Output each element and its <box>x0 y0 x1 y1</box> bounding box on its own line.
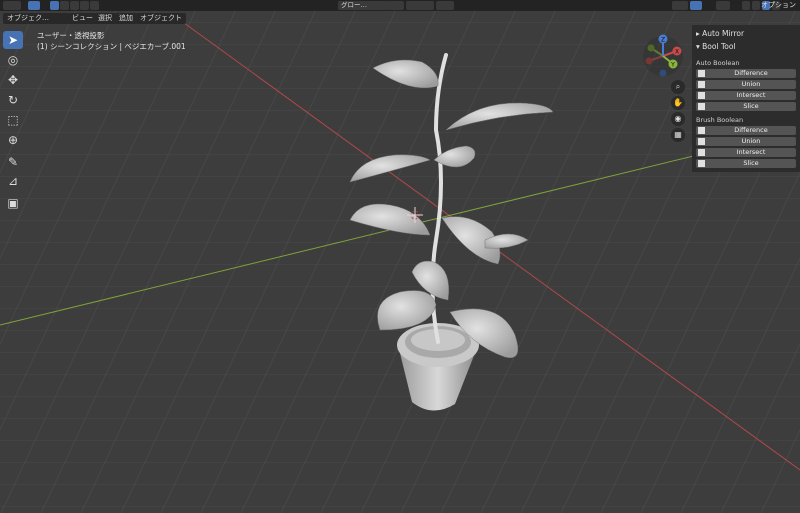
auto-mirror-header[interactable]: ▸ Auto Mirror <box>696 29 744 38</box>
zoom-icon[interactable]: ⌕ <box>671 80 685 94</box>
select-intersect-button[interactable] <box>90 1 99 10</box>
proportional-edit-button[interactable] <box>436 1 454 10</box>
boolean-difference-icon <box>698 70 705 77</box>
view-name: ユーザー・透視投影 <box>37 31 105 40</box>
select-subtract-button[interactable] <box>70 1 79 10</box>
annotate-tool[interactable]: ✎ <box>3 153 23 171</box>
options-menu[interactable]: オプション <box>761 0 796 11</box>
brush-boolean-label: Brush Boolean <box>696 116 744 124</box>
menu-view[interactable]: ビュー <box>68 13 97 24</box>
boolean-difference-icon <box>698 127 705 134</box>
perspective-grid-icon[interactable]: ▦ <box>671 128 685 142</box>
menu-object[interactable]: オブジェクト <box>136 13 186 24</box>
snap-dropdown[interactable] <box>406 1 434 10</box>
brush-union-button[interactable]: Union <box>696 137 796 146</box>
select-invert-button[interactable] <box>80 1 89 10</box>
editor-header: グロー… <box>0 0 800 11</box>
cursor-tool[interactable]: ◎ <box>3 51 23 69</box>
gizmo-z-label: Z <box>661 37 665 44</box>
brush-difference-button[interactable]: Difference <box>696 126 796 135</box>
transform-tool[interactable]: ⊕ <box>3 131 23 149</box>
overlays-button[interactable] <box>690 1 702 10</box>
shading-wire-button[interactable] <box>742 1 750 10</box>
gizmo-x-label: X <box>675 49 679 56</box>
boolean-union-icon <box>698 81 705 88</box>
move-tool[interactable]: ✥ <box>3 71 23 89</box>
boolean-intersect-icon <box>698 92 705 99</box>
pan-hand-icon[interactable]: ✋ <box>671 96 685 110</box>
auto-slice-button[interactable]: Slice <box>696 102 796 111</box>
viewport-gizmos-button[interactable] <box>672 1 688 10</box>
sidebar-panel: ▸ Auto Mirror ▾ Bool Tool Auto Boolean D… <box>692 25 800 172</box>
pivot-point-dropdown[interactable] <box>386 1 404 10</box>
bool-tool-header[interactable]: ▾ Bool Tool <box>696 42 736 51</box>
navigation-gizmo[interactable]: X Y Z <box>641 34 685 78</box>
select-extend-button[interactable] <box>60 1 69 10</box>
menu-add[interactable]: 追加 <box>115 13 137 24</box>
transform-orientation-dropdown[interactable]: グロー… <box>338 1 387 10</box>
select-new-button[interactable] <box>50 1 59 10</box>
auto-union-button[interactable]: Union <box>696 80 796 89</box>
editor-type-button[interactable] <box>3 1 21 10</box>
mode-dropdown[interactable]: オブジェク… <box>3 13 69 24</box>
add-cube-tool[interactable]: ▣ <box>3 194 23 212</box>
gizmo-y-label: Y <box>670 62 675 69</box>
measure-tool[interactable]: ⊿ <box>3 172 23 190</box>
auto-boolean-label: Auto Boolean <box>696 59 740 67</box>
boolean-union-icon <box>698 138 705 145</box>
select-mode-button[interactable] <box>28 1 40 10</box>
menu-select[interactable]: 選択 <box>94 13 116 24</box>
boolean-intersect-icon <box>698 149 705 156</box>
boolean-slice-icon <box>698 160 705 167</box>
brush-slice-button[interactable]: Slice <box>696 159 796 168</box>
camera-icon[interactable]: ◉ <box>671 112 685 126</box>
auto-intersect-button[interactable]: Intersect <box>696 91 796 100</box>
xray-button[interactable] <box>716 1 730 10</box>
auto-difference-button[interactable]: Difference <box>696 69 796 78</box>
rotate-tool[interactable]: ↻ <box>3 91 23 109</box>
brush-intersect-button[interactable]: Intersect <box>696 148 796 157</box>
scale-tool[interactable]: ⬚ <box>3 111 23 129</box>
boolean-slice-icon <box>698 103 705 110</box>
collection-info: (1) シーンコレクション | ベジエカーブ.001 <box>37 42 186 51</box>
shading-solid-button[interactable] <box>752 1 760 10</box>
select-box-tool[interactable]: ➤ <box>3 31 23 49</box>
